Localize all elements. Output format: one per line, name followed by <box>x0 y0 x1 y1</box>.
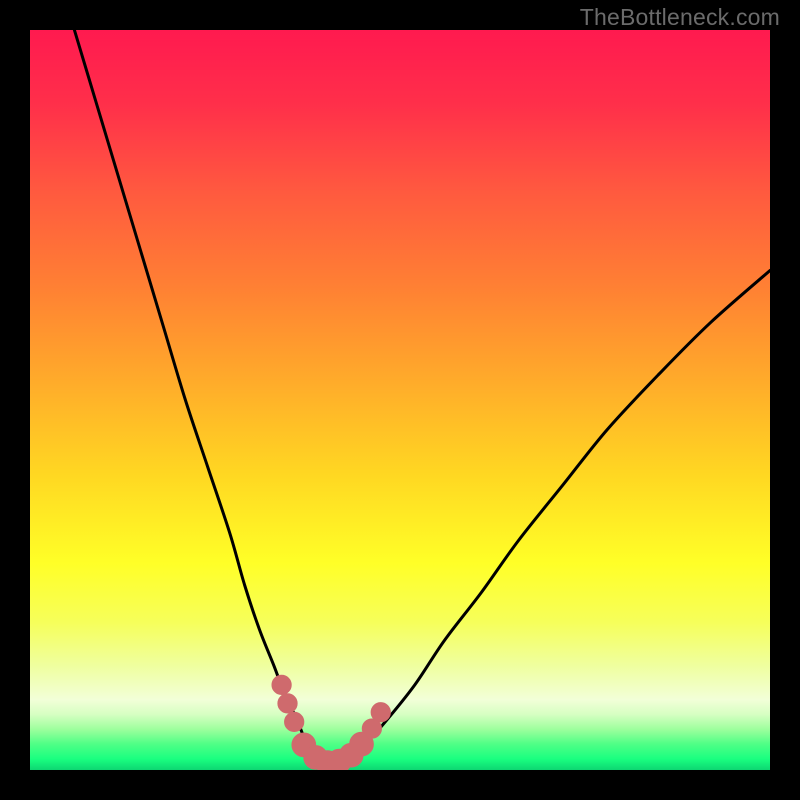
bottleneck-curve <box>74 30 770 763</box>
curve-marker <box>278 694 297 713</box>
curve-marker <box>272 675 291 694</box>
watermark-text: TheBottleneck.com <box>580 4 780 31</box>
curve-marker <box>285 712 304 731</box>
curve-marker <box>371 703 390 722</box>
curve-markers <box>272 675 390 770</box>
plot-area <box>30 30 770 770</box>
curve-layer <box>30 30 770 770</box>
chart-frame: TheBottleneck.com <box>0 0 800 800</box>
